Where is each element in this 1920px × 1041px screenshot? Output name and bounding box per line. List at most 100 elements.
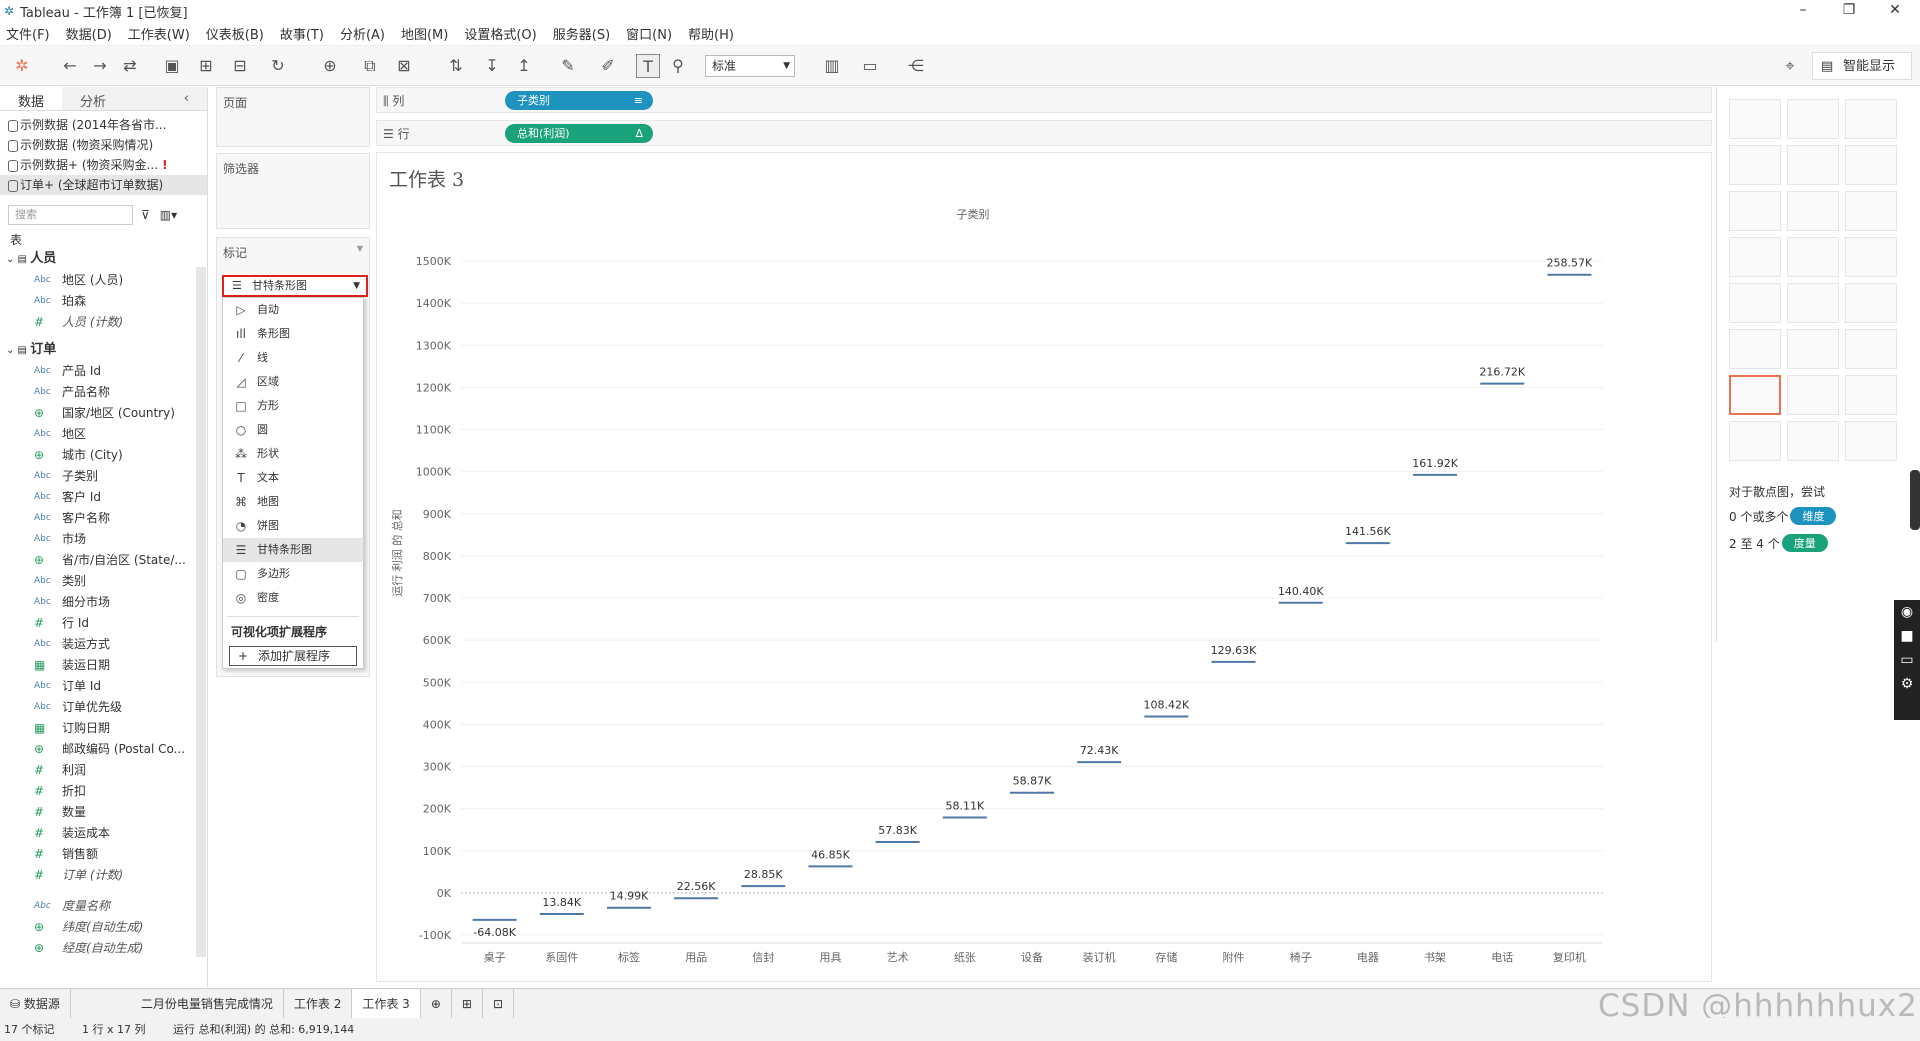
chart-type-thumbnail[interactable]: [1729, 145, 1781, 185]
pages-card[interactable]: 页面: [216, 87, 370, 147]
chart-type-thumbnail[interactable]: [1787, 191, 1839, 231]
field-item[interactable]: Abc 订单优先级: [0, 697, 190, 718]
mark-type-item[interactable]: ◔ 饼图: [223, 514, 363, 538]
filters-card[interactable]: 筛选器: [216, 153, 370, 229]
field-item[interactable]: ⊕ 城市 (City): [0, 445, 190, 466]
add-extension-button[interactable]: + 添加扩展程序: [229, 646, 357, 666]
field-item[interactable]: Abc 度量名称: [0, 896, 190, 917]
fix-axes-icon[interactable]: ⚲: [666, 54, 690, 78]
chart-type-thumbnail[interactable]: [1845, 145, 1897, 185]
field-item[interactable]: Abc 市场: [0, 529, 190, 550]
field-item[interactable]: Abc 客户 Id: [0, 487, 190, 508]
field-item[interactable]: Abc 客户名称: [0, 508, 190, 529]
chart-type-thumbnail[interactable]: [1845, 329, 1897, 369]
chart-type-thumbnail[interactable]: [1729, 375, 1781, 415]
chart-type-thumbnail[interactable]: [1787, 145, 1839, 185]
chart-type-thumbnail[interactable]: [1845, 99, 1897, 139]
datasource-item[interactable]: 示例数据+ (物资采购金... !: [0, 155, 207, 175]
field-item[interactable]: Abc 产品名称: [0, 382, 190, 403]
columns-shelf[interactable]: ⫼ 列 子类别 ≡: [376, 87, 1712, 113]
mark-type-item[interactable]: T 文本: [223, 466, 363, 490]
new-dashboard-tab-icon[interactable]: ⊞: [452, 989, 483, 1018]
filter-icon[interactable]: ⊽: [141, 208, 150, 222]
window-icon[interactable]: ▭: [1894, 652, 1920, 668]
group-orders[interactable]: ⌄ ▤ 订单: [0, 339, 207, 361]
chart-type-thumbnail[interactable]: [1845, 237, 1897, 277]
menu-dashboard[interactable]: 仪表板(B): [206, 24, 264, 43]
menu-format[interactable]: 设置格式(O): [464, 24, 536, 43]
chart-type-thumbnail[interactable]: [1729, 237, 1781, 277]
sort-desc-icon[interactable]: ↥: [512, 54, 536, 78]
field-item[interactable]: # 订单 (计数): [0, 865, 190, 886]
side-handle[interactable]: [1910, 470, 1920, 530]
sort-asc-icon[interactable]: ↧: [480, 54, 504, 78]
field-item[interactable]: # 利润: [0, 760, 190, 781]
swap-icon[interactable]: ⇅: [444, 54, 468, 78]
chart-type-thumbnail[interactable]: [1729, 421, 1781, 461]
field-item[interactable]: ⊕ 经度(自动生成): [0, 938, 190, 959]
field-item[interactable]: ⊕ 省/市/自治区 (State/...: [0, 550, 190, 571]
row-pill[interactable]: 总和(利润) Δ: [505, 124, 653, 143]
field-item[interactable]: Abc 产品 Id: [0, 361, 190, 382]
field-item[interactable]: # 行 Id: [0, 613, 190, 634]
video-icon[interactable]: ■: [1894, 628, 1920, 644]
chart-type-thumbnail[interactable]: [1787, 283, 1839, 323]
chart-type-thumbnail[interactable]: [1729, 283, 1781, 323]
chart-type-thumbnail[interactable]: [1845, 375, 1897, 415]
menu-data[interactable]: 数据(D): [66, 24, 112, 43]
chart-type-thumbnail[interactable]: [1845, 283, 1897, 323]
field-item[interactable]: ▦ 装运日期: [0, 655, 190, 676]
field-item[interactable]: ⊕ 国家/地区 (Country): [0, 403, 190, 424]
rows-shelf[interactable]: ☰ 行 总和(利润) Δ: [376, 120, 1712, 146]
chart-type-thumbnail[interactable]: [1787, 329, 1839, 369]
chart-type-thumbnail[interactable]: [1729, 329, 1781, 369]
chart-type-thumbnail[interactable]: [1729, 99, 1781, 139]
menu-help[interactable]: 帮助(H): [688, 24, 734, 43]
group-people[interactable]: ⌄ ▤ 人员: [0, 248, 207, 270]
chart-type-thumbnail[interactable]: [1729, 191, 1781, 231]
field-item[interactable]: Abc 珀森: [0, 291, 190, 312]
field-list-scrollbar[interactable]: [196, 267, 206, 957]
presentation-icon[interactable]: ▭: [858, 54, 882, 78]
tab-sheet-1[interactable]: 二月份电量销售完成情况: [131, 989, 284, 1018]
field-item[interactable]: Abc 类别: [0, 571, 190, 592]
tab-datasource[interactable]: ⛁ 数据源: [0, 989, 71, 1018]
collapse-icon[interactable]: ‹: [184, 91, 189, 106]
save-icon[interactable]: ▣: [160, 54, 184, 78]
chart-type-thumbnail[interactable]: [1845, 191, 1897, 231]
tableau-home-icon[interactable]: ✲: [10, 54, 34, 78]
replay-icon[interactable]: ⇄: [118, 54, 142, 78]
redo-icon[interactable]: →: [88, 54, 112, 78]
field-item[interactable]: # 折扣: [0, 781, 190, 802]
mark-type-item[interactable]: ▢ 多边形: [223, 562, 363, 586]
minimize-button[interactable]: –: [1780, 0, 1826, 22]
field-item[interactable]: # 人员 (计数): [0, 312, 190, 333]
field-item[interactable]: Abc 地区 (人员): [0, 270, 190, 291]
mark-type-item[interactable]: ▷ 自动: [223, 298, 363, 322]
camera-icon[interactable]: ◉: [1894, 604, 1920, 620]
field-item[interactable]: ⊕ 邮政编码 (Postal Co...: [0, 739, 190, 760]
group-expand-icon[interactable]: ⌄ ▤: [6, 345, 30, 356]
close-button[interactable]: ✕: [1872, 0, 1918, 22]
new-worksheet-icon[interactable]: ⊕: [318, 54, 342, 78]
tab-sheet-3[interactable]: 工作表 3: [352, 989, 421, 1018]
mark-type-dropdown[interactable]: ☰ 甘特条形图 ▼: [222, 275, 368, 297]
smart-show-button[interactable]: ▤ 智能显示: [1812, 52, 1912, 80]
field-item[interactable]: Abc 订单 Id: [0, 676, 190, 697]
settings-icon[interactable]: ⚙: [1894, 676, 1920, 692]
field-item[interactable]: # 数量: [0, 802, 190, 823]
field-item[interactable]: Abc 细分市场: [0, 592, 190, 613]
pin-icon[interactable]: ⌖: [1778, 54, 1802, 78]
duplicate-sheet-icon[interactable]: ⧉: [358, 54, 382, 78]
menu-story[interactable]: 故事(T): [280, 24, 324, 43]
view-options-icon[interactable]: ▥▾: [160, 208, 177, 222]
datasource-item[interactable]: 示例数据 (物资采购情况): [0, 135, 207, 155]
highlight-icon[interactable]: ✎: [556, 54, 580, 78]
menu-file[interactable]: 文件(F): [6, 24, 50, 43]
mark-type-item[interactable]: ◎ 密度: [223, 586, 363, 610]
menu-server[interactable]: 服务器(S): [553, 24, 610, 43]
fit-select[interactable]: 标准 ▼: [705, 55, 795, 77]
undo-icon[interactable]: ←: [58, 54, 82, 78]
field-item[interactable]: # 销售额: [0, 844, 190, 865]
field-item[interactable]: # 装运成本: [0, 823, 190, 844]
